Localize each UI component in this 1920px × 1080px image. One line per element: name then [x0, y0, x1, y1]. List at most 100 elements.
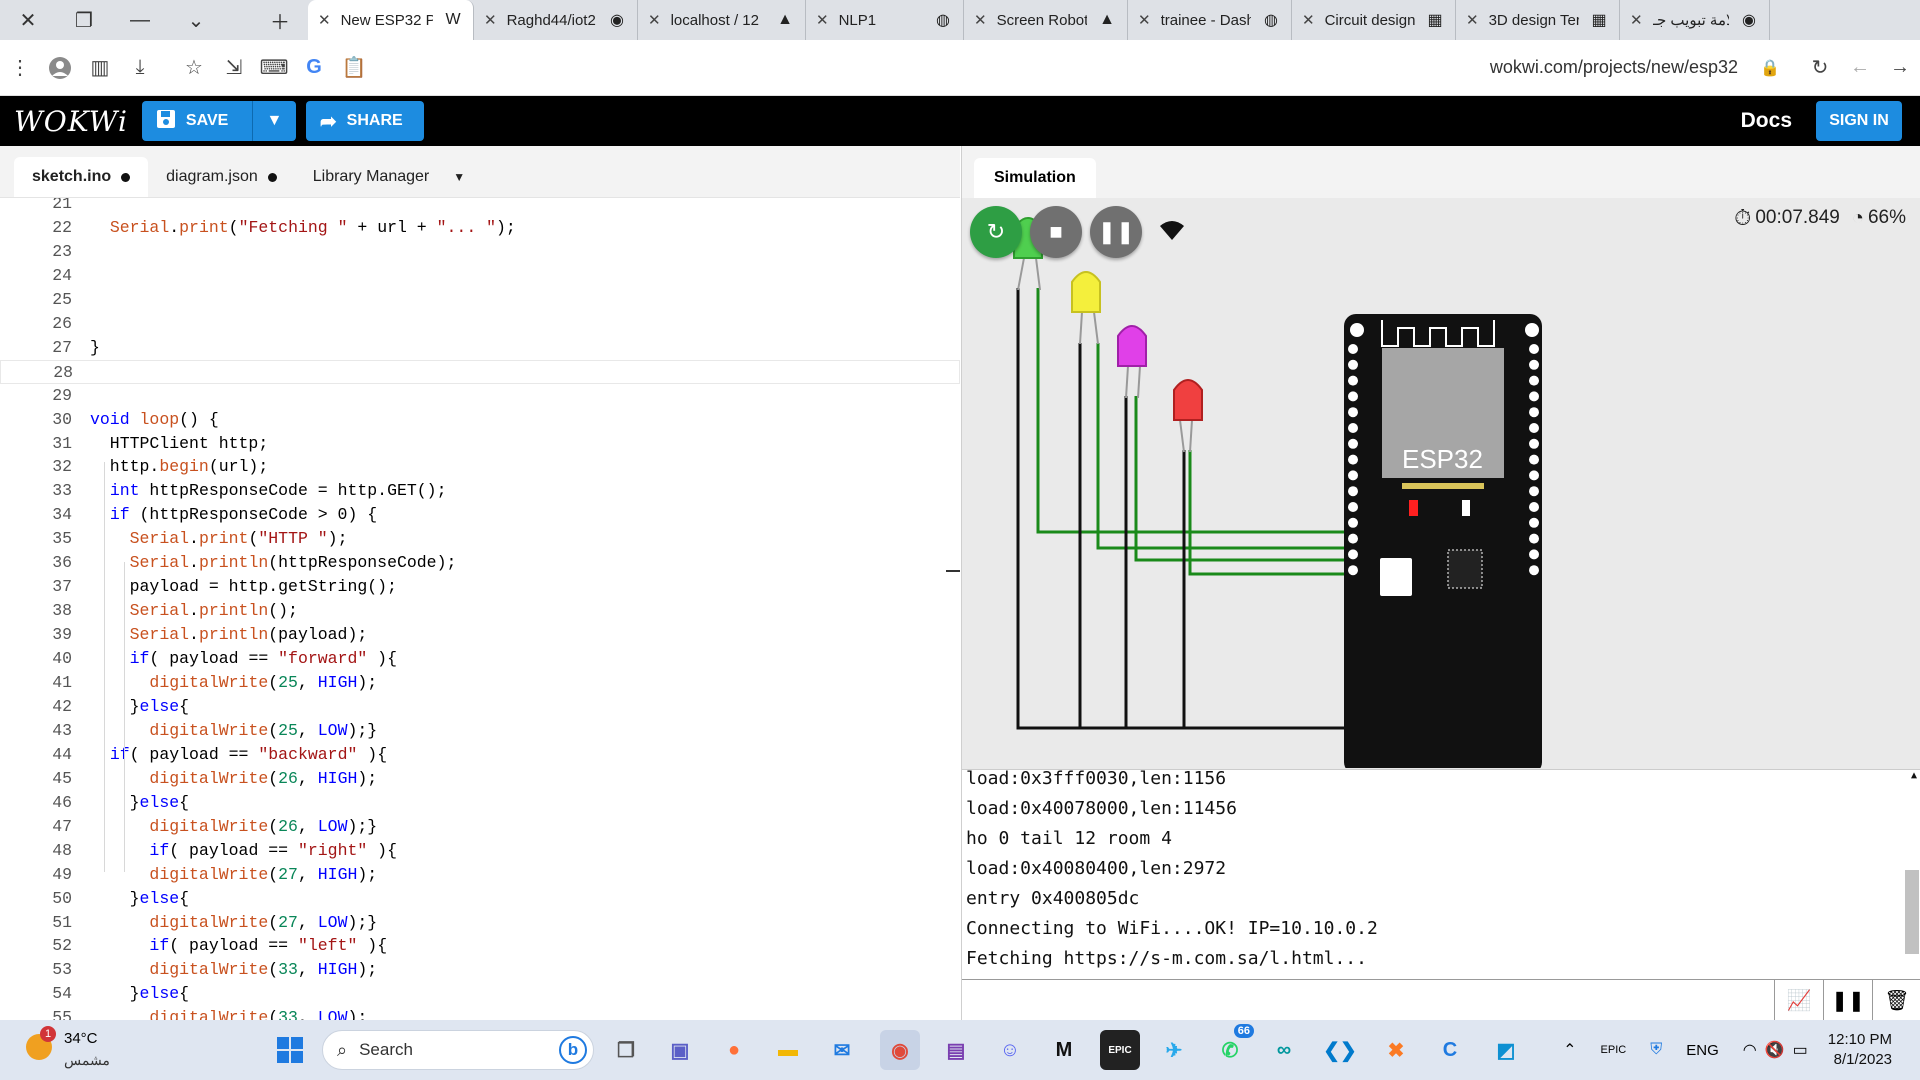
esp32-pin[interactable] — [1348, 517, 1358, 528]
code-line[interactable]: 41 digitalWrite(25, HIGH); — [0, 671, 960, 695]
tab-sketch-ino[interactable]: sketch.ino — [14, 157, 149, 197]
close-window-icon[interactable]: ✕ — [0, 0, 56, 40]
speaker-muted-icon[interactable]: 🔇 — [1765, 1040, 1785, 1060]
restore-window-icon[interactable]: ❐ — [56, 0, 112, 40]
code-line[interactable]: 42 }else{ — [0, 695, 960, 719]
code-line[interactable]: 27} — [0, 336, 960, 360]
plotter-button[interactable]: 📈 — [1774, 980, 1823, 1021]
media-app-icon[interactable]: ▤ — [936, 1030, 976, 1070]
esp32-board[interactable] — [1344, 314, 1542, 774]
code-line[interactable]: 32 http.begin(url); — [0, 455, 960, 479]
esp32-pin[interactable] — [1348, 407, 1358, 418]
esp32-pin[interactable] — [1348, 502, 1358, 512]
stop-button[interactable]: ■ — [1030, 206, 1082, 258]
address-bar[interactable]: wokwi.com/projects/new/esp32 — [1490, 57, 1750, 78]
browser-tab[interactable]: ✕ trainee - Dash ◍ — [1128, 0, 1292, 40]
serial-pause-button[interactable]: ❚❚ — [1823, 980, 1872, 1021]
browser-tab[interactable]: ✕ Raghd44/iot2 ◉ — [474, 0, 638, 40]
share-button[interactable]: ➦ SHARE — [305, 101, 424, 141]
code-line[interactable]: 47 digitalWrite(26, LOW);} — [0, 815, 960, 839]
reload-icon[interactable]: ↻ — [1800, 48, 1840, 88]
wifi-tray-icon[interactable]: ◠ — [1743, 1040, 1757, 1060]
translate-icon[interactable]: ⌨ — [254, 48, 294, 88]
esp32-pin[interactable] — [1348, 486, 1358, 497]
code-line[interactable]: 31 HTTPClient http; — [0, 432, 960, 456]
epic-games-icon[interactable]: EPIC — [1100, 1030, 1140, 1070]
code-line[interactable]: 30 void loop() { — [0, 408, 960, 432]
browser-tab[interactable]: ✕ Screen Robot ▲ — [964, 0, 1128, 40]
task-view-icon[interactable]: ❐ — [606, 1030, 646, 1070]
new-tab-button[interactable]: ＋ — [252, 0, 308, 40]
esp32-pin[interactable] — [1348, 454, 1358, 465]
esp32-pin[interactable] — [1348, 423, 1358, 433]
tab-diagram-json[interactable]: diagram.json — [148, 157, 295, 197]
code-line[interactable]: 49 digitalWrite(27, HIGH); — [0, 863, 960, 887]
esp32-pin[interactable] — [1529, 407, 1539, 418]
teams-icon[interactable]: ▣ — [660, 1030, 700, 1070]
code-line[interactable]: 37 payload = http.getString(); — [0, 575, 960, 599]
battery-icon[interactable]: ▭ — [1793, 1040, 1808, 1060]
code-line[interactable]: 24 — [0, 264, 960, 288]
telegram-icon[interactable]: ✈ — [1154, 1030, 1194, 1070]
forward-icon[interactable]: → — [1880, 48, 1920, 88]
code-line[interactable]: 55 digitalWrite(33, LOW); — [0, 1006, 960, 1020]
code-line[interactable]: 26 — [0, 312, 960, 336]
mw-app-icon[interactable]: M — [1044, 1030, 1084, 1070]
esp32-pin[interactable] — [1348, 375, 1358, 386]
led-red[interactable] — [1173, 379, 1203, 453]
led-magenta[interactable] — [1117, 325, 1147, 399]
save-dropdown-icon[interactable]: ▼ — [251, 101, 296, 141]
esp32-pin[interactable] — [1529, 454, 1539, 465]
browser-tab[interactable]: ✕ NLP1 ◍ — [806, 0, 964, 40]
windows-start-icon[interactable] — [270, 1030, 310, 1070]
whatsapp-icon[interactable]: ✆ 66 — [1210, 1024, 1254, 1070]
file-explorer-icon[interactable]: ▬ — [768, 1030, 808, 1070]
browser-tab[interactable]: ✕ localhost / 12 ▲ — [638, 0, 806, 40]
save-button[interactable]: SAVE ▼ — [141, 101, 296, 141]
code-line[interactable]: 50 }else{ — [0, 887, 960, 911]
codeblocks-icon[interactable]: C — [1430, 1030, 1470, 1070]
esp32-pin[interactable] — [1348, 359, 1358, 370]
browser-tab[interactable]: ✕ علامة تبويب جـ ◉ — [1620, 0, 1770, 40]
minimize-window-icon[interactable]: — — [112, 0, 168, 40]
docs-link[interactable]: Docs — [1741, 109, 1792, 133]
code-line[interactable]: 38 Serial.println(); — [0, 599, 960, 623]
serial-scrollbar[interactable] — [1905, 870, 1919, 954]
back-icon[interactable]: ← — [1840, 48, 1880, 88]
wokwi-logo[interactable]: WOKWi — [14, 105, 128, 138]
code-line[interactable]: 45 digitalWrite(26, HIGH); — [0, 767, 960, 791]
code-line[interactable]: 28 — [0, 359, 960, 384]
chrome-icon[interactable]: ◉ — [880, 1030, 920, 1070]
drawing-app-icon[interactable]: ◩ — [1486, 1030, 1526, 1070]
taskbar-search[interactable]: ⌕ Search b — [322, 1030, 594, 1070]
esp32-pin[interactable] — [1348, 470, 1358, 481]
code-line[interactable]: 54 }else{ — [0, 982, 960, 1006]
arduino-icon[interactable]: ∞ — [1264, 1030, 1304, 1070]
mail-icon[interactable]: ✉ — [822, 1030, 862, 1070]
esp32-pin[interactable] — [1348, 565, 1358, 576]
code-line[interactable]: 35 Serial.print("HTTP "); — [0, 527, 960, 551]
tab-search-icon[interactable]: ⌄ — [168, 0, 224, 40]
code-line[interactable]: 51 digitalWrite(27, LOW);} — [0, 911, 960, 935]
tab-menu-dropdown-icon[interactable]: ▼ — [453, 170, 465, 184]
code-line[interactable]: 34 if (httpResponseCode > 0) { — [0, 503, 960, 527]
code-line[interactable]: 48 if( payload == "right" ){ — [0, 839, 960, 863]
code-line[interactable]: 44 if( payload == "backward" ){ — [0, 743, 960, 767]
serial-input-bar[interactable]: 📈 ❚❚ 🗑 — [962, 979, 1920, 1021]
clock[interactable]: 12:10 PM 8/1/2023 — [1828, 1030, 1892, 1070]
firefox-icon[interactable]: ● — [714, 1030, 754, 1070]
serial-scroll-up-icon[interactable]: ▲ — [1911, 770, 1917, 781]
clear-serial-button[interactable]: 🗑 — [1872, 980, 1920, 1021]
close-tab-icon[interactable]: ✕ — [1138, 11, 1151, 29]
vscode-icon[interactable]: ❮❯ — [1320, 1030, 1360, 1070]
esp32-pin[interactable] — [1529, 375, 1539, 386]
esp32-pin[interactable] — [1529, 502, 1539, 512]
profile-icon[interactable] — [40, 48, 80, 88]
browser-tab[interactable]: ✕ Circuit design ▦ — [1292, 0, 1456, 40]
pause-button[interactable]: ❚❚ — [1090, 206, 1142, 258]
google-icon[interactable]: G — [294, 48, 334, 88]
menu-dots-icon[interactable]: ⋮ — [0, 48, 40, 88]
tab-library-manager[interactable]: Library Manager ▼ — [295, 157, 483, 197]
tab-simulation[interactable]: Simulation — [974, 158, 1096, 198]
restart-button[interactable]: ↻ — [970, 206, 1022, 258]
